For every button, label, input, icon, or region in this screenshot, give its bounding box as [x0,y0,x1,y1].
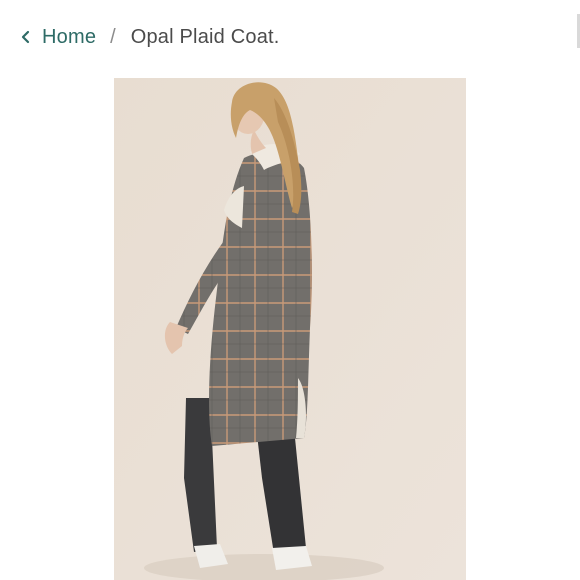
breadcrumb-current-page: Opal Plaid Coat. [130,25,280,48]
breadcrumb-home-link[interactable]: Home [42,26,96,49]
breadcrumb-separator: / [110,25,116,48]
product-page: Home / Opal Plaid Coat. [0,0,580,580]
breadcrumb: Home / Opal Plaid Coat. [16,22,280,52]
product-image[interactable] [114,78,466,580]
chevron-left-icon[interactable] [16,27,36,47]
